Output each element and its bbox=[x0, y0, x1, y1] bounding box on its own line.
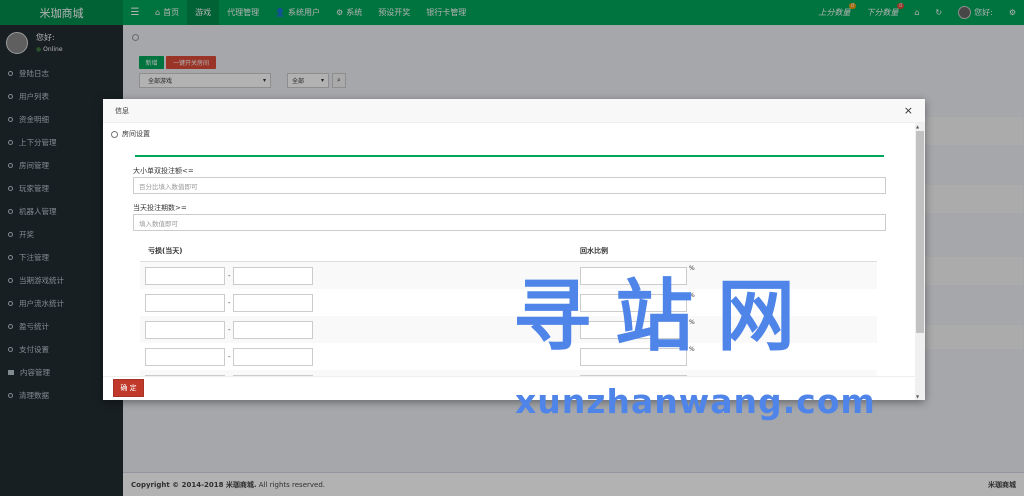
scroll-thumb[interactable] bbox=[916, 131, 924, 333]
bet-periods-label: 当天投注期数>= bbox=[133, 204, 187, 212]
modal-title: 信息 bbox=[115, 106, 129, 115]
loss-max-input[interactable] bbox=[233, 347, 313, 366]
table-header: 亏损(当天) 回水比例 bbox=[140, 240, 877, 262]
col-loss: 亏损(当天) bbox=[148, 246, 183, 255]
scroll-up-icon[interactable]: ▲ bbox=[916, 124, 919, 129]
gear-icon bbox=[111, 130, 118, 138]
col-rebate: 回水比例 bbox=[580, 246, 608, 255]
loss-max-input[interactable] bbox=[233, 320, 313, 339]
loss-min-input[interactable] bbox=[145, 347, 225, 366]
loss-max-input[interactable] bbox=[233, 293, 313, 312]
bet-limit-input[interactable]: 百分比填入数值即可 bbox=[133, 177, 886, 194]
divider bbox=[135, 155, 884, 157]
section-title: 房间设置 bbox=[111, 129, 150, 139]
bet-periods-input[interactable]: 填入数值即可 bbox=[133, 214, 886, 231]
watermark-url: xunzhanwang.com bbox=[515, 382, 876, 421]
bet-limit-label: 大小单双投注额<= bbox=[133, 167, 194, 175]
loss-max-input[interactable] bbox=[233, 266, 313, 285]
scroll-down-icon[interactable]: ▼ bbox=[916, 394, 919, 399]
loss-min-input[interactable] bbox=[145, 266, 225, 285]
loss-min-input[interactable] bbox=[145, 320, 225, 339]
modal-header: 信息 × bbox=[103, 99, 925, 123]
loss-min-input[interactable] bbox=[145, 293, 225, 312]
confirm-button[interactable]: 确 定 bbox=[113, 379, 144, 397]
close-icon[interactable]: × bbox=[904, 104, 913, 117]
watermark-logo: 寻站网 bbox=[513, 272, 820, 362]
modal-scrollbar[interactable]: ▲ ▼ bbox=[915, 123, 925, 400]
